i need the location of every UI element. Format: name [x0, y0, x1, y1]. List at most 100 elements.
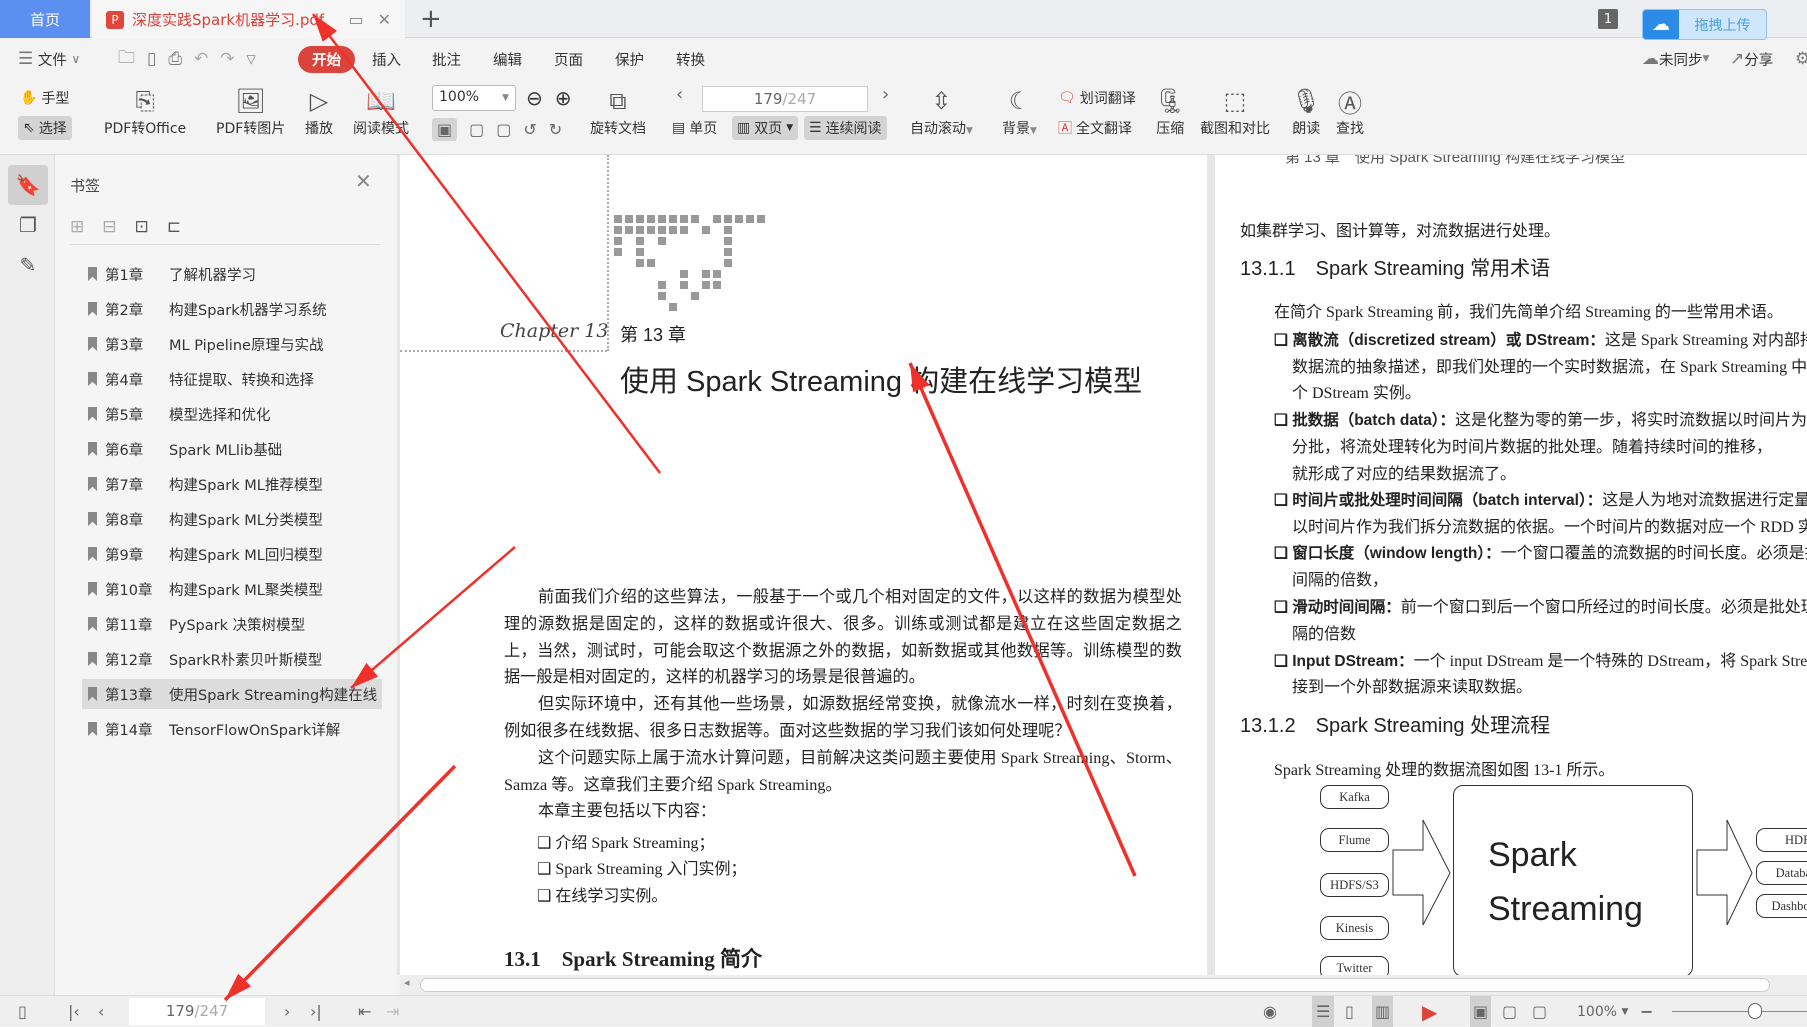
expand-all-icon[interactable]: ⊞	[70, 217, 84, 237]
horizontal-scrollbar[interactable]: ◂	[400, 975, 1807, 995]
prev-page-icon[interactable]: ‹	[98, 996, 104, 1027]
zoom-out-icon[interactable]: −	[1640, 996, 1653, 1027]
collapse-all-icon[interactable]: ⊟	[102, 217, 116, 237]
sidebar-toggle-icon[interactable]: ▯	[18, 996, 27, 1027]
share-button[interactable]: ↗ 分享	[1730, 40, 1773, 78]
forward-icon[interactable]: ⇥	[386, 996, 399, 1027]
open-icon[interactable]: 🗀	[118, 45, 135, 74]
next-page-icon[interactable]: ›	[284, 996, 290, 1027]
fit-width-icon[interactable]: ▢	[496, 120, 511, 139]
screenshot-compare-button[interactable]: ⬚ 截图和对比	[1200, 84, 1270, 138]
sync-button[interactable]: ☁ 未同步 ▼	[1642, 40, 1709, 78]
menu-start[interactable]: 开始	[298, 45, 355, 73]
settings-icon[interactable]: ⚙	[1795, 40, 1807, 78]
rotate-left-icon[interactable]: ↺	[523, 120, 536, 139]
actual-size-icon[interactable]: ▣	[1470, 996, 1492, 1027]
close-panel-icon[interactable]: ✕	[355, 169, 372, 193]
bookmark-item[interactable]: 第8章 构建Spark ML分类模型	[82, 504, 382, 534]
compress-button[interactable]: 🗜 压缩	[1155, 84, 1185, 138]
first-page-icon[interactable]: |‹	[68, 996, 80, 1027]
status-page-input[interactable]: 179/247	[129, 998, 265, 1025]
menu-page[interactable]: 页面	[554, 40, 583, 78]
bookmark-item[interactable]: 第4章 特征提取、转换和选择	[82, 364, 382, 394]
fit-width-icon[interactable]: ▢	[1532, 996, 1547, 1027]
bookmark-item[interactable]: 第11章 PySpark 决策树模型	[82, 609, 382, 639]
pdf-to-image-button[interactable]: 🖼 PDF转图片	[216, 84, 285, 138]
pin-icon[interactable]: ▭	[348, 10, 363, 29]
new-tab-button[interactable]: +	[420, 4, 442, 34]
annotation-panel-icon[interactable]: ✎	[8, 245, 48, 285]
next-page-button[interactable]: ›	[882, 84, 889, 105]
bookmark-item[interactable]: 第7章 构建Spark ML推荐模型	[82, 469, 382, 499]
hand-tool[interactable]: ✋ 手型	[20, 88, 69, 108]
zoom-select[interactable]: 100% ▼	[1577, 996, 1628, 1027]
continuous-read-button[interactable]: ☰ 连续阅读	[804, 116, 887, 140]
thumbnail-panel-icon[interactable]: ❐	[8, 205, 48, 245]
prev-page-button[interactable]: ‹	[676, 84, 683, 105]
auto-scroll-button[interactable]: ⇳ 自动滚动▼	[910, 84, 973, 138]
print-icon[interactable]: ⎙	[168, 49, 182, 69]
bookmark-item[interactable]: 第6章 Spark MLlib基础	[82, 434, 382, 464]
continuous-view-icon[interactable]: ☰	[1312, 996, 1335, 1027]
fit-page-icon[interactable]: ▢	[1502, 996, 1517, 1027]
double-page-button[interactable]: ▥ 双页 ▼	[732, 116, 799, 140]
close-tab-icon[interactable]: ✕	[378, 10, 391, 29]
read-mode-button[interactable]: 📖 阅读模式	[353, 84, 409, 138]
rotate-document-button[interactable]: ⧉ 旋转文档	[590, 84, 646, 138]
menu-edit[interactable]: 编辑	[493, 40, 522, 78]
zoom-slider[interactable]	[1672, 1011, 1807, 1012]
page-number-input[interactable]: 179/247	[702, 86, 868, 112]
single-view-icon[interactable]: ▯	[1345, 996, 1354, 1027]
bookmark-icon[interactable]: ⊏	[167, 217, 181, 237]
tab-home[interactable]: 首页	[0, 0, 90, 38]
bookmark-item[interactable]: 第13章 使用Spark Streaming构建在线	[82, 679, 382, 709]
select-tool[interactable]: ⇖ 选择	[18, 116, 72, 140]
background-button[interactable]: ☾ 背景▼	[1002, 84, 1037, 138]
menu-annotate[interactable]: 批注	[432, 40, 461, 78]
zoom-in-icon[interactable]: ⊕	[555, 86, 572, 110]
save-icon[interactable]: ▯	[147, 49, 156, 69]
share-icon: ↗	[1730, 49, 1745, 69]
play-button[interactable]: ▷ 播放	[305, 84, 333, 138]
upload-button[interactable]: ☁ 拖拽上传	[1642, 9, 1767, 40]
pdf-to-office-button[interactable]: ⎘ PDF转Office	[104, 84, 186, 138]
play-icon[interactable]: ▶	[1422, 996, 1437, 1027]
bookmark-item[interactable]: 第3章 ML Pipeline原理与实战	[82, 329, 382, 359]
bookmark-item[interactable]: 第12章 SparkR朴素贝叶斯模型	[82, 644, 382, 674]
menu-insert[interactable]: 插入	[372, 40, 401, 78]
read-aloud-button[interactable]: 🎙 朗读	[1291, 84, 1321, 138]
word-translate-button[interactable]: 🗨 划词翻译	[1058, 88, 1136, 108]
add-bookmark-icon[interactable]: ⊡	[135, 217, 149, 237]
last-page-icon[interactable]: ›|	[310, 996, 322, 1027]
more-icon[interactable]: ▽	[246, 52, 255, 66]
document-view[interactable]: Chapter 13 第 13 章 使用 Spark Streaming 构建在…	[397, 155, 1807, 975]
find-button[interactable]: Ⓐ 查找	[1336, 84, 1364, 138]
bookmark-item[interactable]: 第10章 构建Spark ML聚类模型	[82, 574, 382, 604]
redo-icon[interactable]: ↷	[220, 49, 234, 69]
undo-icon[interactable]: ↶	[194, 49, 208, 69]
rotate-right-icon[interactable]: ↻	[549, 120, 562, 139]
tab-document[interactable]: P 深度实践Spark机器学习.pdf ▭ ✕	[92, 0, 405, 39]
back-icon[interactable]: ⇤	[358, 996, 371, 1027]
double-view-icon[interactable]: ▥	[1372, 996, 1394, 1027]
bookmark-item[interactable]: 第2章 构建Spark机器学习系统	[82, 294, 382, 324]
bookmark-item[interactable]: 第9章 构建Spark ML回归模型	[82, 539, 382, 569]
actual-size-icon[interactable]: ▣	[432, 118, 458, 141]
bookmark-item[interactable]: 第5章 模型选择和优化	[82, 399, 382, 429]
zoom-select[interactable]: 100% ▼	[432, 85, 516, 111]
zoom-out-icon[interactable]: ⊖	[526, 86, 543, 110]
file-menu[interactable]: ☰ 文件 ∨	[18, 40, 80, 78]
fit-page-icon[interactable]: ▢	[469, 120, 484, 139]
menu-protect[interactable]: 保护	[615, 40, 644, 78]
single-page-button[interactable]: ▤ 单页	[672, 118, 717, 138]
full-translate-button[interactable]: 🄰 全文翻译	[1058, 118, 1132, 138]
bookmark-panel-icon[interactable]: 🔖	[8, 165, 48, 205]
window-count-badge[interactable]: 1	[1598, 9, 1618, 29]
scrollbar-thumb[interactable]	[420, 978, 1770, 992]
menu-convert[interactable]: 转换	[676, 40, 705, 78]
eye-care-icon[interactable]: ◉	[1263, 996, 1277, 1027]
bookmark-item[interactable]: 第1章 了解机器学习	[82, 259, 382, 289]
bookmark-item[interactable]: 第14章 TensorFlowOnSpark详解	[82, 714, 382, 744]
zoom-slider-handle[interactable]	[1748, 1003, 1762, 1019]
scroll-left-icon[interactable]: ◂	[404, 976, 410, 989]
